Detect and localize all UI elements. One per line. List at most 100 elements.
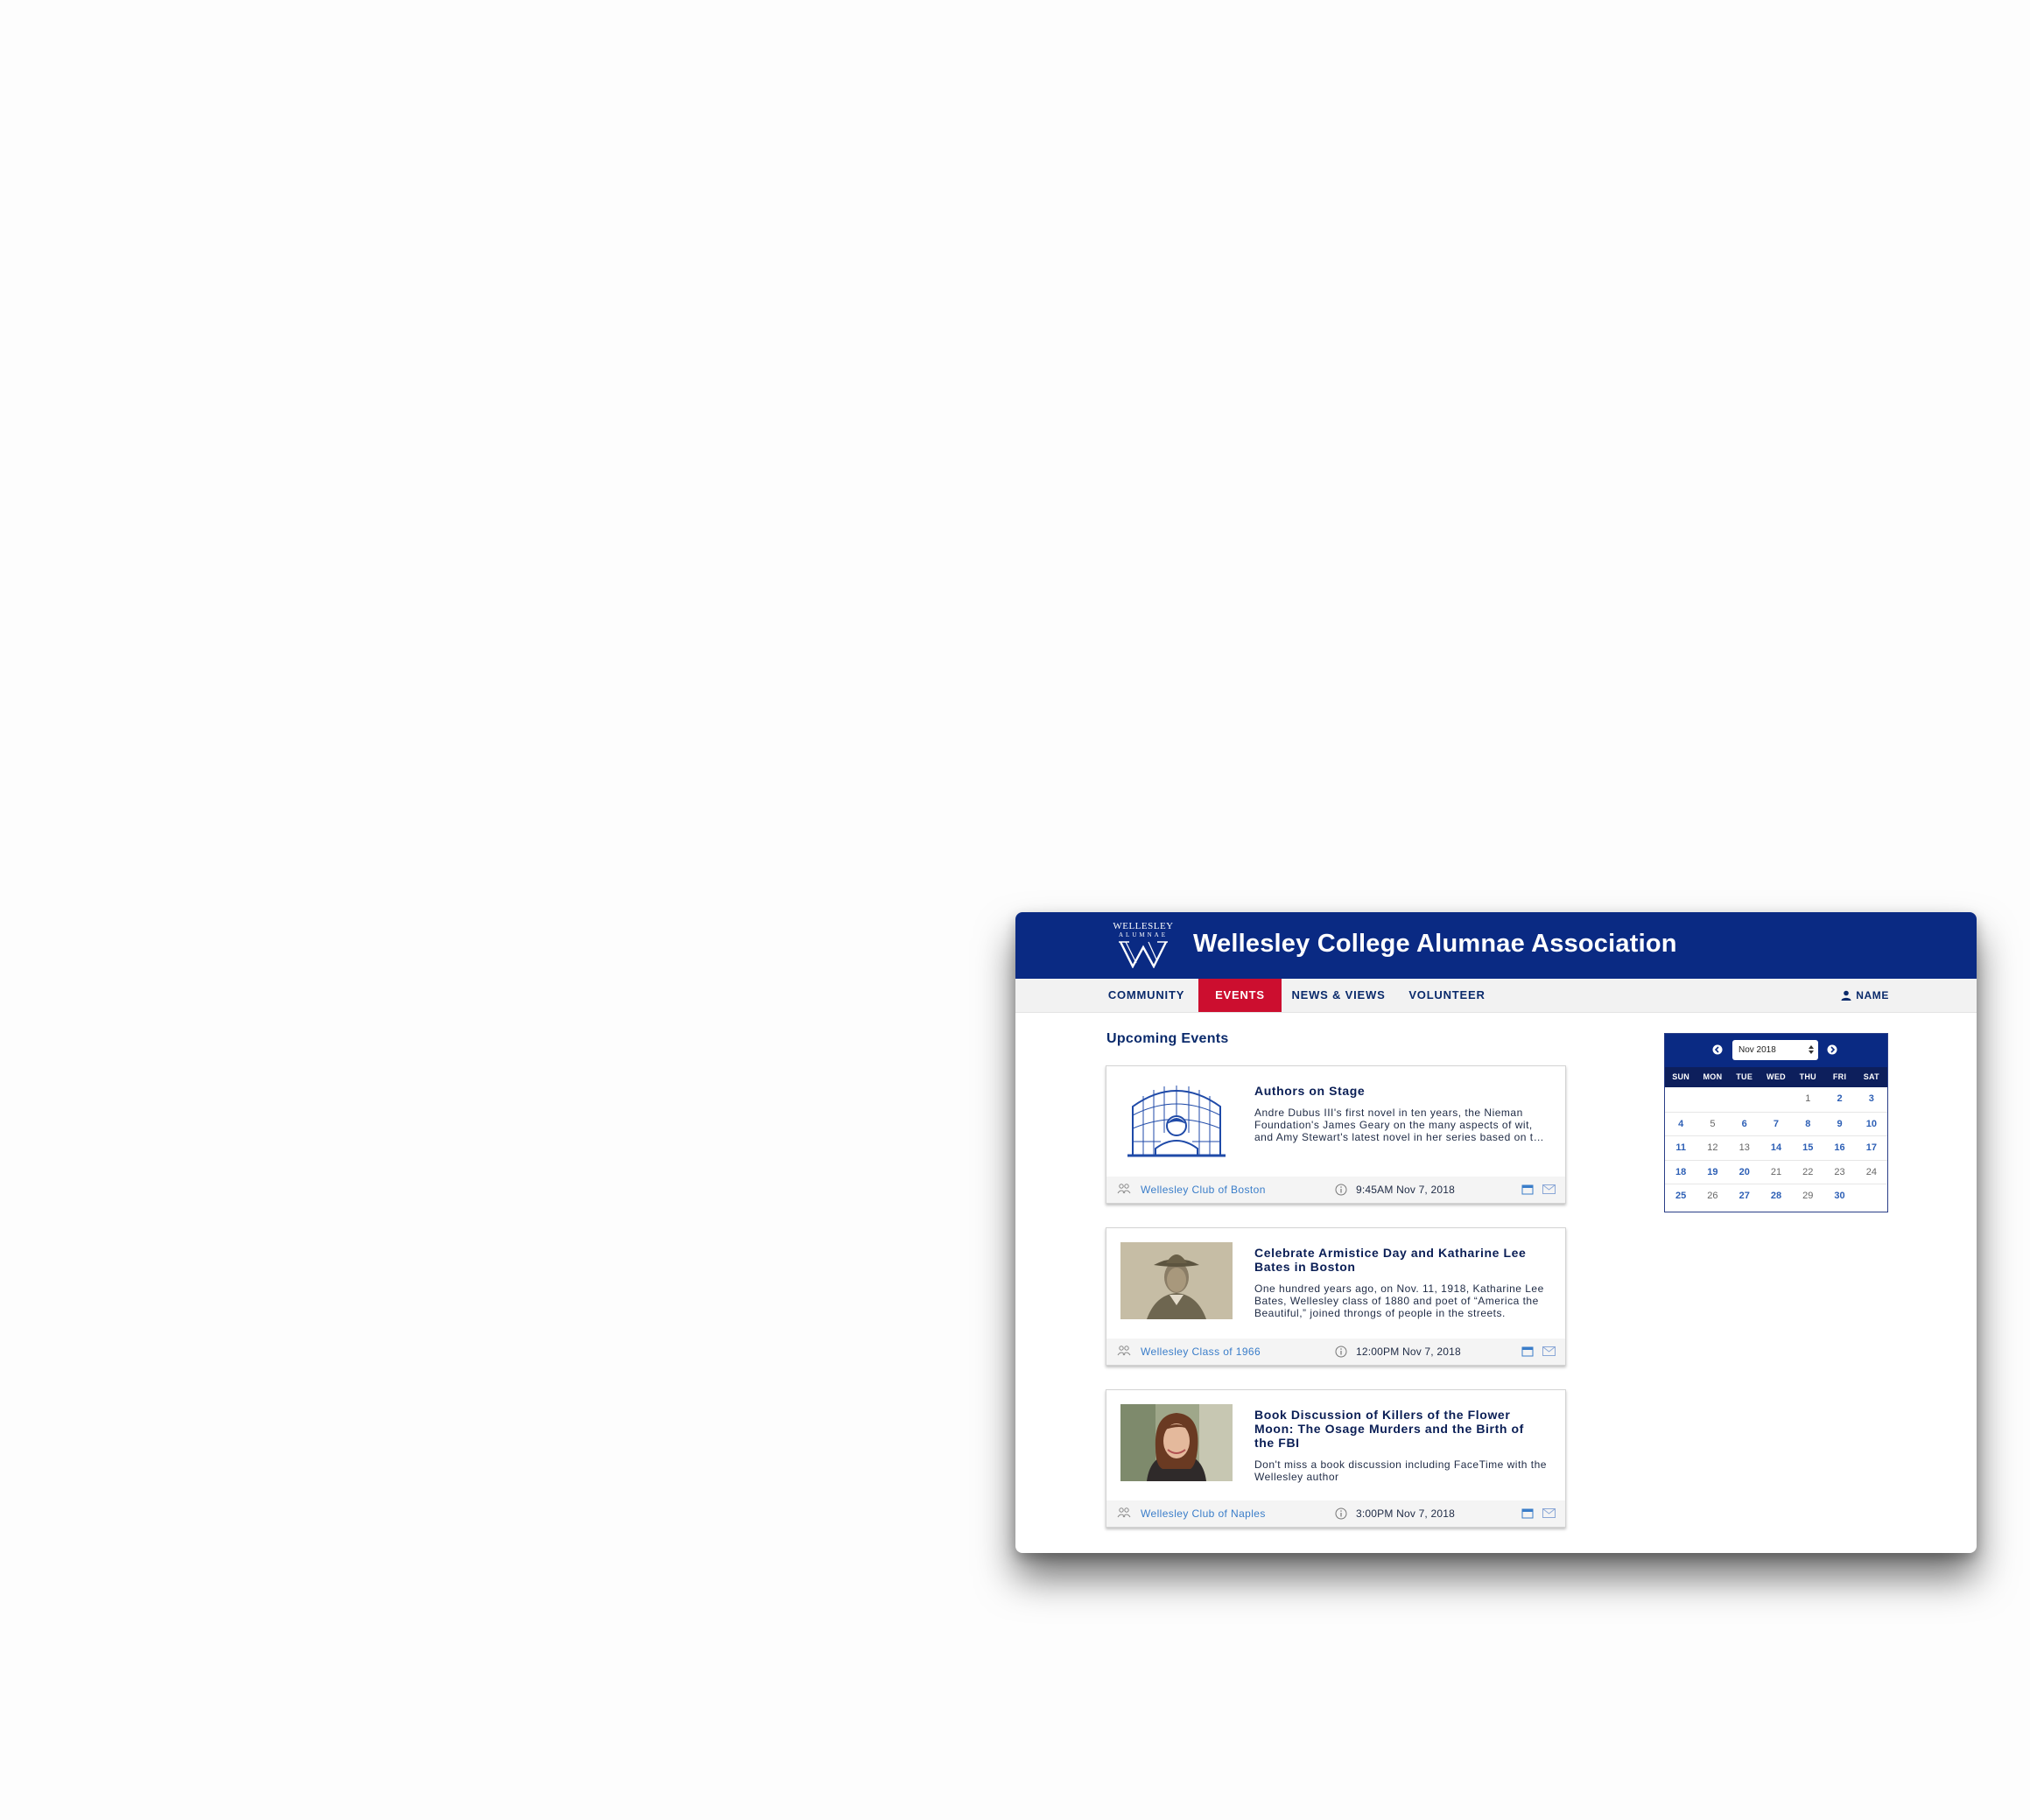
- event-time: 12:00PM Nov 7, 2018: [1356, 1346, 1461, 1358]
- email-icon[interactable]: [1542, 1184, 1556, 1194]
- event-calendar: Nov 2018 SUN MON TUE WED THU FRI SAT 123…: [1664, 1033, 1888, 1212]
- event-image-author-photo: [1120, 1404, 1233, 1481]
- calendar-week-row: 11 12 13 14 15 16 17: [1665, 1135, 1887, 1160]
- calendar-day-with-event[interactable]: 2: [1823, 1087, 1855, 1112]
- calendar-weekdays: SUN MON TUE WED THU FRI SAT: [1665, 1067, 1887, 1087]
- main-nav: COMMUNITY EVENTS NEWS & VIEWS VOLUNTEER …: [1015, 979, 1977, 1013]
- event-image-soldier-photo: [1120, 1242, 1233, 1319]
- calendar-day: 26: [1707, 1191, 1718, 1202]
- calendar-day-with-event[interactable]: 4: [1665, 1113, 1696, 1136]
- calendar-day-with-event[interactable]: 7: [1760, 1113, 1792, 1136]
- weekday-label: WED: [1767, 1072, 1786, 1081]
- calendar-day: 21: [1770, 1166, 1782, 1177]
- calendar-day: 23: [1834, 1166, 1845, 1177]
- logo-w-mark-icon: [1119, 941, 1168, 968]
- calendar-day-with-event[interactable]: 30: [1823, 1184, 1855, 1208]
- weekday-label: TUE: [1736, 1072, 1753, 1081]
- calendar-day-with-event[interactable]: 10: [1856, 1113, 1887, 1136]
- calendar-day-with-event[interactable]: 19: [1696, 1161, 1728, 1184]
- logo-line2: ALUMNAE: [1119, 931, 1168, 938]
- user-menu[interactable]: NAME: [1841, 979, 1889, 1012]
- weekday-label: SAT: [1863, 1072, 1879, 1081]
- nav-events[interactable]: EVENTS: [1198, 979, 1282, 1012]
- event-footer: Wellesley Class of 1966 12:00PM Nov 7, 2…: [1106, 1339, 1565, 1365]
- info-icon: [1335, 1507, 1347, 1520]
- weekday-label: FRI: [1832, 1072, 1847, 1081]
- event-description: One hundred years ago, on Nov. 11, 1918,…: [1254, 1282, 1544, 1319]
- wellesley-logo[interactable]: WELLESLEY ALUMNAE: [1108, 921, 1178, 972]
- calendar-day-with-event[interactable]: 11: [1665, 1136, 1696, 1160]
- calendar-week-row: 25 26 27 28 29 30: [1665, 1184, 1887, 1208]
- event-club-link[interactable]: Wellesley Club of Naples: [1141, 1507, 1266, 1520]
- nav-community[interactable]: COMMUNITY: [1096, 979, 1197, 1012]
- calendar-day-with-event[interactable]: 16: [1823, 1136, 1855, 1160]
- calendar-grid: 1 2 3 4 5 6 7 8 9 10 11 12 13 14 15 16 17 18 19 20 21 22 23 24 2…: [1665, 1087, 1887, 1208]
- event-club-link[interactable]: Wellesley Class of 1966: [1141, 1346, 1261, 1358]
- calendar-day: 5: [1710, 1118, 1716, 1129]
- logo-line1: WELLESLEY: [1113, 921, 1174, 931]
- calendar-day-with-event[interactable]: 3: [1856, 1087, 1887, 1112]
- weekday-label: MON: [1703, 1072, 1723, 1081]
- event-card[interactable]: Book Discussion of Killers of the Flower…: [1106, 1389, 1566, 1528]
- group-icon: [1117, 1507, 1131, 1518]
- nav-volunteer[interactable]: VOLUNTEER: [1394, 979, 1500, 1012]
- event-description: Don't miss a book discussion including F…: [1254, 1458, 1547, 1483]
- calendar-day-with-event[interactable]: 18: [1665, 1161, 1696, 1184]
- event-title[interactable]: Authors on Stage: [1254, 1084, 1543, 1098]
- calendar-empty-cell: [1665, 1087, 1696, 1112]
- month-select[interactable]: Nov 2018: [1732, 1040, 1818, 1060]
- calendar-day-with-event[interactable]: 28: [1760, 1184, 1792, 1208]
- calendar-day-with-event[interactable]: 6: [1729, 1113, 1760, 1136]
- event-card[interactable]: Celebrate Armistice Day and Katharine Le…: [1106, 1227, 1566, 1366]
- nav-news-views[interactable]: NEWS & VIEWS: [1284, 979, 1393, 1012]
- event-image-line-art: [1120, 1080, 1233, 1157]
- calendar-empty-cell: [1856, 1184, 1887, 1208]
- info-icon: [1335, 1346, 1347, 1358]
- event-footer: Wellesley Club of Naples 3:00PM Nov 7, 2…: [1106, 1500, 1565, 1527]
- calendar-empty-cell: [1760, 1087, 1792, 1112]
- site-title: Wellesley College Alumnae Association: [1193, 930, 1677, 958]
- calendar-day-with-event[interactable]: 17: [1856, 1136, 1887, 1160]
- email-icon[interactable]: [1542, 1508, 1556, 1518]
- event-club-link[interactable]: Wellesley Club of Boston: [1141, 1184, 1266, 1196]
- event-time: 9:45AM Nov 7, 2018: [1356, 1184, 1456, 1196]
- calendar-week-row: 1 23: [1665, 1087, 1887, 1112]
- select-spinner-icon: [1809, 1045, 1814, 1054]
- next-month-icon[interactable]: [1827, 1044, 1837, 1055]
- calendar-week-row: 18 19 20 21 22 23 24: [1665, 1159, 1887, 1184]
- calendar-empty-cell: [1729, 1087, 1760, 1112]
- calendar-day-with-event[interactable]: 15: [1792, 1136, 1823, 1160]
- user-name-label: NAME: [1856, 989, 1889, 1001]
- calendar-week-row: 4 5 6 7 8 9 10: [1665, 1111, 1887, 1136]
- calendar-day-with-event[interactable]: 25: [1665, 1184, 1696, 1208]
- event-title[interactable]: Celebrate Armistice Day and Katharine Le…: [1254, 1246, 1543, 1274]
- calendar-day: 29: [1802, 1191, 1814, 1202]
- group-icon: [1117, 1346, 1131, 1356]
- prev-month-icon[interactable]: [1712, 1044, 1723, 1055]
- calendar-empty-cell: [1696, 1087, 1728, 1112]
- user-icon: [1841, 990, 1851, 1001]
- browser-window: WELLESLEY ALUMNAE Wellesley College Alum…: [1015, 912, 1977, 1553]
- calendar-day-with-event[interactable]: 27: [1729, 1184, 1760, 1208]
- calendar-day-with-event[interactable]: 8: [1792, 1113, 1823, 1136]
- calendar-day: 24: [1865, 1166, 1877, 1177]
- event-title[interactable]: Book Discussion of Killers of the Flower…: [1254, 1408, 1543, 1450]
- calendar-day-with-event[interactable]: 20: [1729, 1161, 1760, 1184]
- calendar-day: 22: [1802, 1166, 1814, 1177]
- calendar-header: Nov 2018: [1665, 1034, 1887, 1067]
- section-title: Upcoming Events: [1106, 1031, 1229, 1046]
- info-icon: [1335, 1184, 1347, 1196]
- email-icon[interactable]: [1542, 1346, 1556, 1356]
- site-header: WELLESLEY ALUMNAE Wellesley College Alum…: [1015, 912, 1977, 979]
- month-select-value: Nov 2018: [1738, 1045, 1776, 1055]
- add-to-calendar-icon[interactable]: [1521, 1184, 1534, 1195]
- weekday-label: THU: [1799, 1072, 1816, 1081]
- event-card[interactable]: Authors on Stage Andre Dubus III's first…: [1106, 1065, 1566, 1204]
- calendar-day: 1: [1805, 1093, 1811, 1104]
- calendar-day: 13: [1738, 1142, 1750, 1154]
- calendar-day-with-event[interactable]: 14: [1760, 1136, 1792, 1160]
- calendar-day-with-event[interactable]: 9: [1823, 1113, 1855, 1136]
- add-to-calendar-icon[interactable]: [1521, 1507, 1534, 1519]
- add-to-calendar-icon[interactable]: [1521, 1346, 1534, 1357]
- weekday-label: SUN: [1672, 1072, 1690, 1081]
